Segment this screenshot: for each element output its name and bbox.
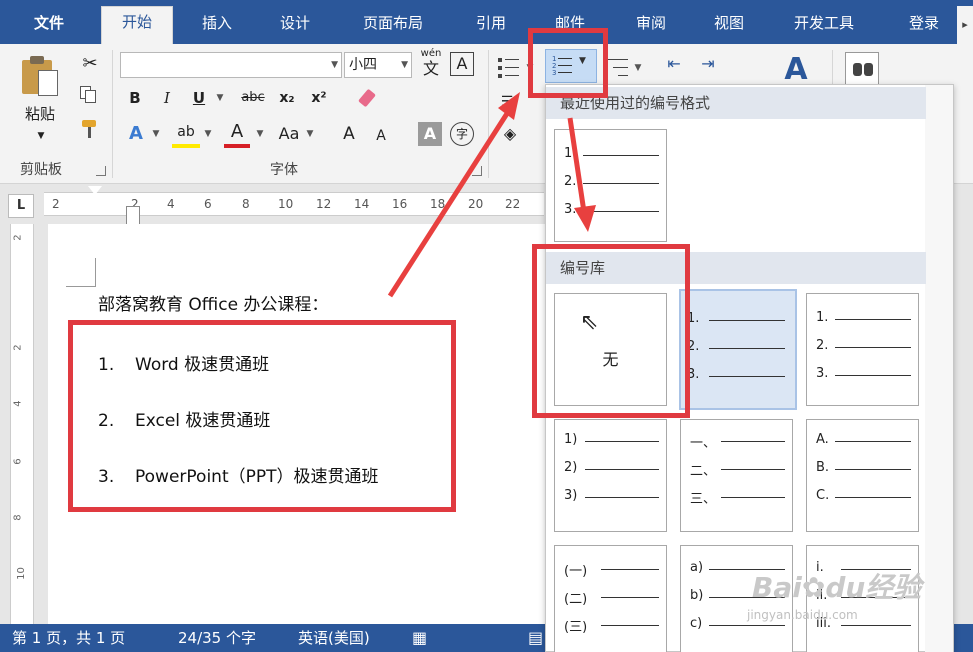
baidu-brand-cn: 经验 [865,571,922,604]
baidu-watermark-logo: Bai✿du经验 [752,566,921,606]
baidu-watermark-url: jingyan.baidu.com [747,608,858,622]
arrow-down-line [567,117,587,213]
baidu-brand-mid: du [825,571,866,604]
paw-icon: ✿ [801,571,826,604]
arrow-down-head [574,205,596,232]
arrow-up-line [387,110,511,298]
word-window: 文件 开始 插入 设计 页面布局 引用 邮件 审阅 视图 开发工具 登录 ▸ 粘… [0,0,973,652]
annotation-arrows [387,92,596,298]
baidu-brand: Bai [752,571,802,604]
arrow-up-head [498,92,520,120]
